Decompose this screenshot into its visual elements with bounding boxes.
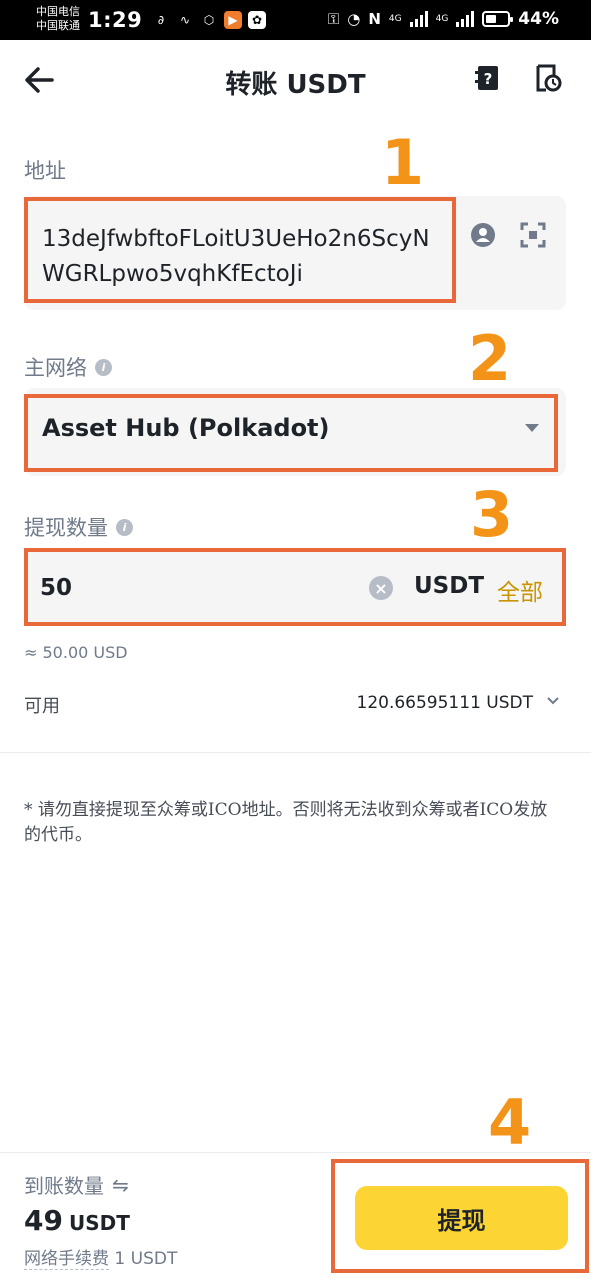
signal-icon: [456, 11, 475, 27]
usd-approx: ≈ 50.00 USD: [24, 643, 128, 662]
page-header: 转账 USDT ?: [0, 40, 591, 120]
address-label: 地址: [24, 155, 66, 185]
carrier-names: 中国电信 中国联通: [36, 5, 80, 33]
available-label: 可用: [24, 696, 60, 717]
notification-app-icon: ▶: [224, 11, 242, 29]
receive-amount: 49 USDT: [24, 1204, 130, 1237]
notification-icons: ∂ ∿ ⬡ ▶ ✿: [152, 11, 266, 29]
carrier-2: 中国联通: [36, 19, 80, 32]
network-label: 主网络 i: [24, 352, 112, 382]
receive-amount-value: 49: [24, 1204, 63, 1237]
receive-label-text: 到账数量: [24, 1174, 104, 1198]
scan-icon[interactable]: [520, 222, 546, 248]
annotation-box-amount: [24, 548, 566, 626]
status-right: ⚿ ◔ N 4G 4G 44%: [328, 9, 559, 29]
battery-percent: 44%: [518, 9, 559, 29]
fee-label[interactable]: 网络手续费: [24, 1249, 109, 1270]
notification-app-icon: ⬡: [203, 13, 215, 27]
notification-app-icon: ∂: [157, 13, 165, 27]
battery-icon: [482, 11, 514, 27]
annotation-box-network: [24, 394, 558, 472]
notification-app-icon: ∿: [179, 13, 191, 27]
info-icon[interactable]: i: [95, 358, 112, 376]
signal-icon: [409, 11, 428, 27]
available-value[interactable]: 120.66595111 USDT: [357, 693, 534, 713]
divider: [0, 752, 591, 753]
annotation-number-1: 1: [381, 126, 425, 199]
contact-icon[interactable]: [470, 222, 496, 248]
swap-icon[interactable]: ⇋: [112, 1173, 129, 1197]
address-label-text: 地址: [24, 159, 66, 183]
annotation-number-2: 2: [468, 322, 512, 395]
network-fee: 网络手续费 1 USDT: [24, 1244, 178, 1270]
annotation-number-4: 4: [488, 1086, 532, 1159]
history-icon[interactable]: [534, 64, 562, 92]
network-type-2: 4G: [435, 13, 449, 24]
annotation-box-submit: [331, 1159, 589, 1273]
question-book-icon[interactable]: ?: [474, 64, 502, 92]
carrier-1: 中国电信: [36, 5, 80, 18]
nfc-icon: N: [368, 10, 381, 28]
status-bar: 中国电信 中国联通 1:29 ∂ ∿ ⬡ ▶ ✿ ⚿ ◔ N 4G 4G 44%: [0, 0, 591, 40]
amount-label-text: 提现数量: [24, 516, 108, 540]
receive-amount-unit: USDT: [68, 1211, 130, 1235]
network-label-text: 主网络: [24, 356, 87, 380]
network-type-1: 4G: [388, 13, 402, 24]
amount-label: 提现数量 i: [24, 512, 133, 542]
speed-icon: ◔: [347, 10, 361, 28]
receive-label: 到账数量 ⇋: [24, 1170, 129, 1199]
withdraw-notice: * 请勿直接提现至众筹或ICO地址。否则将无法收到众筹或者ICO发放的代币。: [24, 800, 548, 845]
key-icon: ⚿: [327, 10, 340, 28]
info-icon[interactable]: i: [116, 518, 133, 536]
svg-text:?: ?: [484, 70, 493, 88]
chevron-down-icon[interactable]: [546, 694, 560, 708]
annotation-box-address: [24, 197, 456, 303]
notification-app-icon: ✿: [248, 11, 266, 29]
fee-value: 1 USDT: [114, 1249, 178, 1269]
page-title: 转账 USDT: [225, 70, 366, 100]
status-time: 1:29: [88, 8, 143, 32]
annotation-number-3: 3: [470, 478, 514, 551]
